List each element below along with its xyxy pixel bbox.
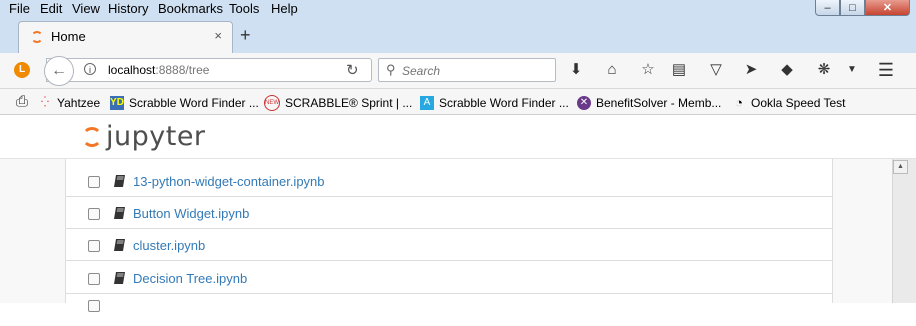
menu-bar: File Edit View History Bookmarks Tools H… (0, 0, 916, 18)
pocket-icon[interactable]: ▽ (706, 61, 726, 79)
menu-history[interactable]: History (108, 0, 148, 17)
home-icon[interactable]: ⌂ (602, 61, 622, 79)
notebook-icon (114, 207, 125, 219)
minimize-button[interactable]: – (815, 0, 840, 16)
maximize-button[interactable]: □ (840, 0, 865, 16)
tab-title: Home (51, 29, 86, 44)
menu-file[interactable]: File (9, 0, 30, 17)
yd-icon: YD (110, 96, 124, 110)
bookmark-ookla[interactable]: ◔ Ookla Speed Test (732, 95, 846, 111)
notebook-icon (114, 175, 125, 187)
tab-home[interactable]: Home × (18, 21, 233, 53)
benefitsolver-icon: ✕ (577, 96, 591, 110)
url-host: localhost (108, 63, 156, 77)
menu-view[interactable]: View (72, 0, 100, 17)
table-row: cluster.ipynb (66, 229, 832, 261)
bookmark-label: Scrabble Word Finder ... (129, 96, 259, 110)
row-checkbox[interactable] (88, 240, 100, 252)
menu-help[interactable]: Help (271, 0, 298, 17)
jupyter-logo-icon (82, 126, 102, 147)
menu-edit[interactable]: Edit (40, 0, 62, 17)
menu-tools[interactable]: Tools (229, 0, 259, 17)
new-tab-button[interactable]: + (240, 25, 251, 46)
menu-bookmarks[interactable]: Bookmarks (158, 0, 223, 17)
bookmark-label: BenefitSolver - Memb... (596, 96, 722, 110)
jupyter-wordmark: jupyter (106, 121, 206, 152)
window-controls: – □ ✕ (815, 0, 910, 17)
file-link[interactable]: Button Widget.ipynb (133, 206, 249, 221)
site-info-icon[interactable]: i (84, 63, 96, 75)
url-path: :8888/tree (155, 63, 210, 77)
dropdown-chevron-icon[interactable]: ▼ (842, 61, 862, 79)
row-checkbox[interactable] (88, 273, 100, 285)
bookmark-label: SCRABBLE® Sprint | ... (285, 96, 413, 110)
tab-close-icon[interactable]: × (214, 28, 222, 43)
table-row: Decision Tree.ipynb (66, 262, 832, 294)
notebook-icon (114, 272, 125, 284)
table-row: 13-python-widget-container.ipynb (66, 165, 832, 197)
reading-list-icon[interactable]: ▤ (669, 61, 689, 79)
bookmark-scrabble-sprint[interactable]: NEW SCRABBLE® Sprint | ... (264, 95, 412, 111)
reload-icon[interactable]: ↻ (346, 61, 359, 79)
extension-diamond-icon[interactable]: ◆ (777, 61, 797, 79)
row-checkbox[interactable] (88, 176, 100, 188)
bookmark-label: Yahtzee (57, 96, 101, 110)
bookmark-label: Ookla Speed Test (751, 96, 846, 110)
file-link[interactable]: cluster.ipynb (133, 238, 205, 253)
send-icon[interactable]: ➤ (741, 61, 761, 79)
speedometer-icon: ◔ (735, 95, 743, 110)
scrabble-tile-icon: A (420, 96, 434, 110)
table-row: Button Widget.ipynb (66, 197, 832, 229)
bookmark-label: Scrabble Word Finder ... (439, 96, 569, 110)
bookmark-benefitsolver[interactable]: ✕ BenefitSolver - Memb... (577, 95, 721, 111)
browser-logo-icon[interactable]: L (14, 62, 30, 78)
bookmark-scrabble-finder-2[interactable]: A Scrabble Word Finder ... (420, 95, 569, 111)
table-row (66, 294, 832, 326)
download-icon[interactable]: ⬇ (566, 61, 586, 79)
hamburger-menu-icon[interactable]: ☰ (876, 61, 896, 79)
dice-icon: ⁛ (41, 97, 49, 108)
close-window-button[interactable]: ✕ (865, 0, 910, 16)
back-arrow-icon: ← (51, 62, 67, 79)
jupyter-favicon-icon (31, 31, 43, 43)
notebook-icon (114, 239, 125, 251)
row-checkbox[interactable] (88, 208, 100, 220)
row-checkbox[interactable] (88, 300, 100, 312)
bookmark-scrabble-finder-1[interactable]: YD Scrabble Word Finder ... (110, 95, 259, 111)
search-input[interactable] (402, 64, 542, 78)
scroll-up-arrow-icon[interactable]: ▲ (893, 160, 908, 174)
extension-bug-icon[interactable]: ❋ (814, 61, 834, 79)
file-link[interactable]: Decision Tree.ipynb (133, 271, 247, 286)
url-text[interactable]: localhost:8888/tree (108, 63, 209, 77)
bookmark-yahtzee[interactable]: ⁛ Yahtzee (38, 95, 100, 111)
page-scrollbar[interactable] (892, 159, 916, 303)
jupyter-logo[interactable]: jupyter (82, 121, 206, 152)
printer-icon[interactable]: ⎙ (12, 93, 32, 111)
bookmark-star-icon[interactable]: ☆ (638, 61, 658, 79)
back-button[interactable]: ← (44, 56, 74, 86)
search-icon: ⚲ (386, 62, 396, 77)
file-link[interactable]: 13-python-widget-container.ipynb (133, 174, 325, 189)
scrabble-new-icon: NEW (264, 95, 280, 111)
